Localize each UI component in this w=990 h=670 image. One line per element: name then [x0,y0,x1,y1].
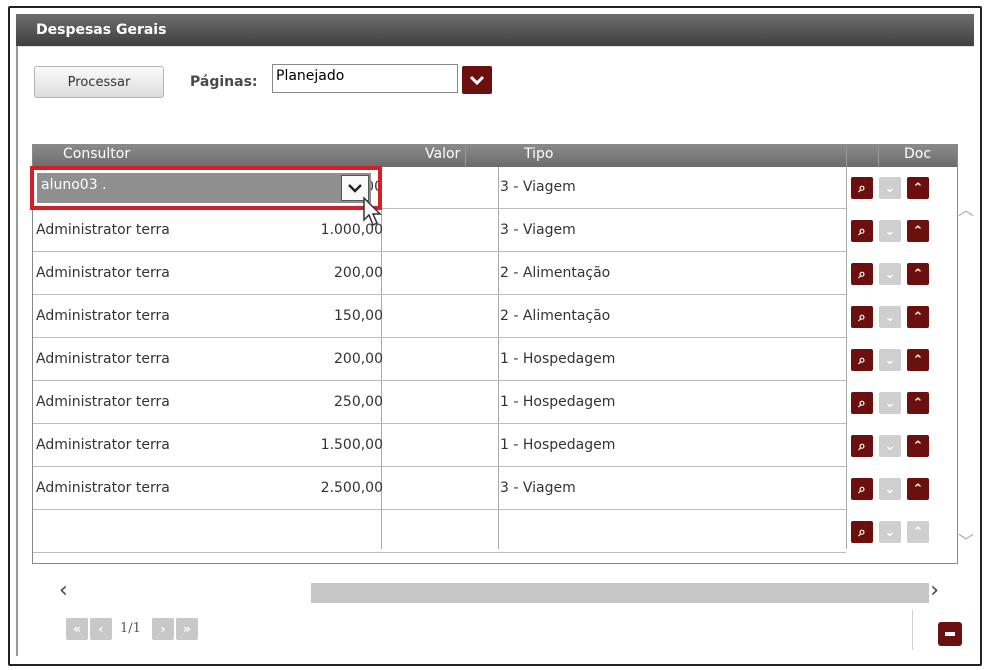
chevron-up-icon[interactable]: ⌃ [907,521,929,543]
mouse-cursor-icon [363,196,382,227]
first-page-icon[interactable]: « [66,618,88,640]
cell-valor: 2.500,00 [320,480,383,496]
cell-tipo: 1 - Hospedagem [500,437,616,453]
scroll-right-icon[interactable]: › [930,578,939,603]
table-row[interactable]: Administrator terra 2.500,00 3 - Viagem [33,468,846,510]
page-indicator: 1/1 [120,621,141,636]
panel-titlebar: Despesas Gerais [16,14,974,47]
chevron-up-icon[interactable]: ⌃ [907,263,929,285]
cell-valor: 1.500,00 [320,437,383,453]
search-icon[interactable]: ⌕ [851,521,873,543]
cell-valor: 200,00 [334,265,383,281]
pages-dropdown-button[interactable] [462,66,492,94]
cell-consultor: Administrator terra [36,265,170,281]
chevron-down-icon[interactable]: ⌄ [879,220,901,242]
header-divider [878,145,879,167]
cell-tipo: 1 - Hospedagem [500,351,616,367]
scrollbar-thumb[interactable] [311,583,929,603]
search-icon[interactable]: ⌕ [851,478,873,500]
panel-title: Despesas Gerais [36,22,167,38]
remove-button[interactable] [938,622,962,646]
cell-valor: 250,00 [334,394,383,410]
chevron-down-icon[interactable]: ⌄ [879,521,901,543]
header-valor[interactable]: Valor [425,146,460,162]
table-row[interactable]: Administrator terra 1.500,00 1 - Hospeda… [33,425,846,467]
cell-tipo: 3 - Viagem [500,480,576,496]
chevron-down-icon[interactable]: ⌄ [879,349,901,371]
search-icon[interactable]: ⌕ [851,435,873,457]
prev-page-icon[interactable]: ‹ [90,618,112,640]
grid-header: Consultor Valor Tipo Doc [33,145,957,167]
chevron-up-icon[interactable]: ⌃ [907,306,929,328]
table-row[interactable]: Administrator terra 1.000,00 3 - Viagem [33,210,846,252]
pages-label: Páginas: [190,74,258,90]
highlight-box [30,166,382,210]
chevron-up-icon[interactable]: ⌃ [907,392,929,414]
table-row[interactable]: Administrator terra 200,00 1 - Hospedage… [33,339,846,381]
scroll-up-icon[interactable]: ︿ [958,196,974,220]
cell-consultor: Administrator terra [36,308,170,324]
cell-tipo: 2 - Alimentação [500,265,611,281]
chevron-down-icon[interactable]: ⌄ [879,306,901,328]
cell-valor: 150,00 [334,308,383,324]
chevron-down-icon[interactable]: ⌄ [879,392,901,414]
table-row[interactable]: Administrator terra 200,00 2 - Alimentaç… [33,253,846,295]
chevron-up-icon[interactable]: ⌃ [907,478,929,500]
search-icon[interactable]: ⌕ [851,349,873,371]
chevron-down-icon[interactable]: ⌄ [879,177,901,199]
footer-divider [912,610,913,650]
cell-consultor: Administrator terra [36,437,170,453]
table-row[interactable]: Administrator terra 250,00 1 - Hospedage… [33,382,846,424]
process-button[interactable]: Processar [34,66,164,98]
cell-tipo: 3 - Viagem [500,222,576,238]
cell-valor: 200,00 [334,351,383,367]
panel-left-border [16,46,18,656]
search-icon[interactable]: ⌕ [851,392,873,414]
scroll-left-icon[interactable]: ‹ [59,578,68,603]
table-row[interactable] [33,511,846,553]
doc-actions-column: ⌕ ⌄ ⌃ ⌕ ⌄ ⌃ ⌕ ⌄ ⌃ ⌕ ⌄ ⌃ ⌕ ⌄ ⌃ ⌕ ⌄ ⌃ ⌕ ⌄ … [847,167,957,549]
chevron-up-icon[interactable]: ⌃ [907,220,929,242]
chevron-down-icon[interactable]: ⌄ [879,263,901,285]
horizontal-scrollbar[interactable]: ‹ › [33,578,957,608]
cell-tipo: 2 - Alimentação [500,308,611,324]
chevron-down-icon[interactable]: ⌄ [879,478,901,500]
search-icon[interactable]: ⌕ [851,263,873,285]
chevron-down-icon[interactable]: ⌄ [879,435,901,457]
header-divider [465,145,466,167]
pages-select[interactable]: Planejado [272,64,458,93]
chevron-up-icon[interactable]: ⌃ [907,435,929,457]
header-consultor[interactable]: Consultor [63,146,130,162]
header-tipo[interactable]: Tipo [524,146,553,162]
scroll-down-icon[interactable]: ﹀ [958,528,974,552]
chevron-down-icon [469,75,485,86]
search-icon[interactable]: ⌕ [851,306,873,328]
cell-consultor: Administrator terra [36,351,170,367]
header-divider [846,145,847,167]
search-icon[interactable]: ⌕ [851,177,873,199]
search-icon[interactable]: ⌕ [851,220,873,242]
next-page-icon[interactable]: › [152,618,174,640]
last-page-icon[interactable]: » [176,618,198,640]
cell-consultor: Administrator terra [36,394,170,410]
cell-consultor: Administrator terra [36,480,170,496]
cell-tipo: 3 - Viagem [500,179,576,195]
header-doc[interactable]: Doc [904,146,931,162]
chevron-up-icon[interactable]: ⌃ [907,349,929,371]
table-row[interactable]: Administrator terra 150,00 2 - Alimentaç… [33,296,846,338]
cell-consultor: Administrator terra [36,222,170,238]
cell-tipo: 1 - Hospedagem [500,394,616,410]
chevron-up-icon[interactable]: ⌃ [907,177,929,199]
